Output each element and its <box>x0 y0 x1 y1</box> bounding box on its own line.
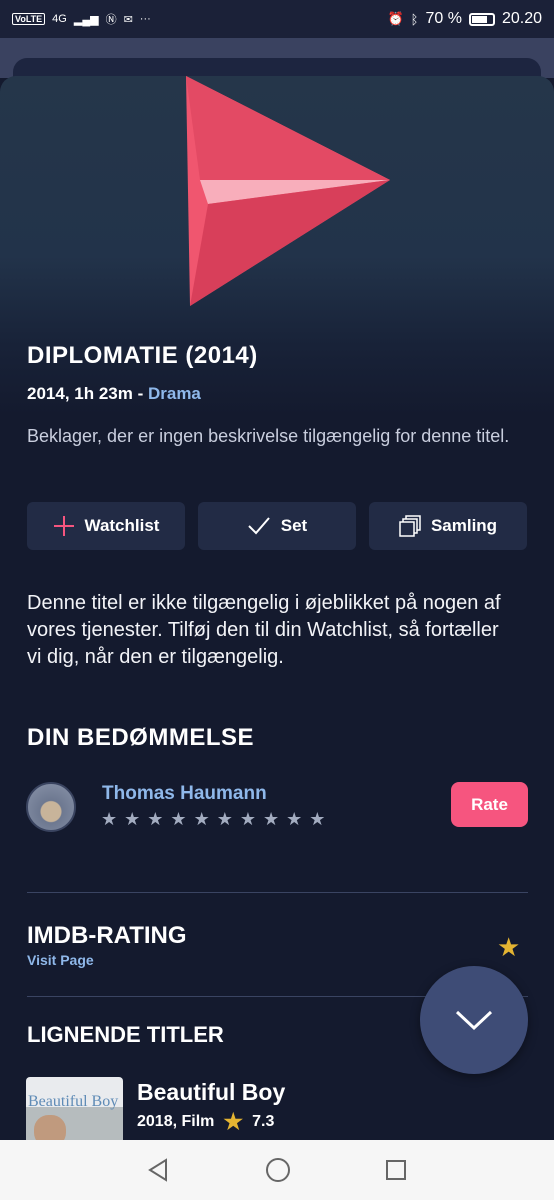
star-icon[interactable]: ★ <box>240 810 256 828</box>
back-icon[interactable] <box>146 1157 172 1183</box>
availability-notice: Denne titel er ikke tilgængelig i øjebli… <box>27 592 501 668</box>
visit-page-link[interactable]: Visit Page <box>27 952 94 968</box>
status-left: VoLTE 4G ▂▄▆ Ⓝ ✉ ··· <box>12 11 151 27</box>
more-notifications-icon: ··· <box>139 13 151 25</box>
page-title: DIPLOMATIE (2014) <box>27 342 258 369</box>
network-badge: 4G <box>52 13 67 25</box>
star-icon: ★ <box>497 932 521 962</box>
star-icon[interactable]: ★ <box>124 810 140 828</box>
collection-button[interactable]: Samling <box>369 502 527 550</box>
collapse-button[interactable] <box>420 966 528 1074</box>
rating-section-title: DIN BEDØMMELSE <box>27 724 255 751</box>
poster-face <box>34 1115 66 1140</box>
status-right: ⏰ ᛒ 70 % 20.20 <box>387 10 542 28</box>
paper-plane-icon <box>186 76 390 306</box>
description: Beklager, der er ingen beskrivelse tilgæ… <box>27 426 510 446</box>
seen-button[interactable]: Set <box>198 502 356 550</box>
star-rating[interactable]: ★ ★ ★ ★ ★ ★ ★ ★ ★ ★ <box>101 810 325 828</box>
star-icon[interactable]: ★ <box>101 810 117 828</box>
system-nav-bar <box>0 1140 554 1200</box>
star-icon[interactable]: ★ <box>217 810 233 828</box>
year-runtime: 2014, 1h 23m - <box>27 384 148 403</box>
rate-button[interactable]: Rate <box>451 782 528 827</box>
plus-icon <box>53 516 74 536</box>
stack-icon <box>399 515 421 537</box>
user-name[interactable]: Thomas Haumann <box>102 783 267 805</box>
star-icon[interactable]: ★ <box>147 810 163 828</box>
signal-icon: ▂▄▆ <box>73 13 99 26</box>
similar-titles-heading: LIGNENDE TITLER <box>27 1022 224 1047</box>
title-detail-sheet: DIPLOMATIE (2014) 2014, 1h 23m - Drama B… <box>0 76 554 1140</box>
star-icon[interactable]: ★ <box>286 810 302 828</box>
genre-link[interactable]: Drama <box>148 384 201 403</box>
similar-poster[interactable]: Beautiful Boy <box>26 1077 123 1140</box>
action-buttons: Watchlist Set Samling <box>27 502 527 550</box>
clock: 20.20 <box>501 10 542 27</box>
check-icon <box>248 517 270 535</box>
notification-icon: ✉ <box>123 13 133 26</box>
volte-badge: VoLTE <box>12 13 46 25</box>
star-icon[interactable]: ★ <box>263 810 279 828</box>
collection-label: Samling <box>430 516 498 535</box>
similar-meta: 2018, Film ★ 7.3 <box>137 1109 275 1134</box>
seen-label: Set <box>280 516 308 535</box>
imdb-rating-title: IMDB-RATING <box>27 922 187 949</box>
status-bar: VoLTE 4G ▂▄▆ Ⓝ ✉ ··· ⏰ ᛒ 70 % 20.20 <box>0 0 554 38</box>
similar-title[interactable]: Beautiful Boy <box>137 1079 285 1106</box>
watchlist-button[interactable]: Watchlist <box>27 502 185 550</box>
avatar <box>26 782 76 832</box>
similar-year-type: 2018, Film <box>137 1113 215 1130</box>
nfc-icon: Ⓝ <box>105 14 117 26</box>
star-icon[interactable]: ★ <box>170 810 186 828</box>
star-icon[interactable]: ★ <box>309 810 325 828</box>
star-icon: ★ <box>223 1109 244 1134</box>
bluetooth-icon: ᛒ <box>410 11 419 27</box>
poster-text: Beautiful Boy <box>28 1093 119 1110</box>
home-icon[interactable] <box>265 1157 291 1183</box>
title-meta: 2014, 1h 23m - Drama <box>27 384 201 404</box>
battery-percent: 70 % <box>425 10 462 27</box>
recents-icon[interactable] <box>384 1158 408 1182</box>
watchlist-label: Watchlist <box>84 516 160 535</box>
star-icon[interactable]: ★ <box>194 810 210 828</box>
chevron-down-icon <box>455 1010 493 1031</box>
alarm-icon: ⏰ <box>387 11 404 26</box>
divider <box>27 892 528 893</box>
battery-icon <box>468 12 495 26</box>
similar-rating: 7.3 <box>252 1113 275 1130</box>
